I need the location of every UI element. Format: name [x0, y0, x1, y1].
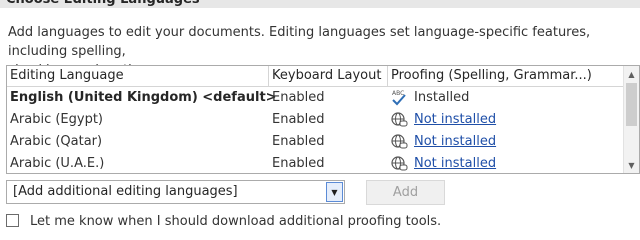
column-header-proofing[interactable]: Proofing (Spelling, Grammar...)	[388, 66, 623, 86]
column-header-editing-language[interactable]: Editing Language	[7, 66, 269, 86]
triangle-up-icon[interactable]: ▲	[624, 66, 639, 82]
editing-languages-table[interactable]: Editing Language Keyboard Layout Proofin…	[6, 65, 640, 174]
table-row[interactable]: Arabic (U.A.E.) Enabled Not installed	[7, 153, 623, 173]
row-language: Arabic (Qatar)	[10, 134, 103, 149]
proofing-not-installed-link[interactable]: Not installed	[414, 153, 496, 173]
row-language: English (United Kingdom) <default>	[10, 90, 277, 105]
add-language-selected-value: [Add additional editing languages]	[13, 184, 238, 199]
row-keyboard-status: Enabled	[272, 134, 325, 149]
notify-checkbox[interactable]	[6, 214, 19, 227]
row-proofing: Not installed	[388, 131, 623, 153]
spellcheck-abc-icon: ABC	[392, 90, 406, 106]
add-language-dropdown[interactable]: [Add additional editing languages] ▼	[6, 180, 345, 204]
table-row[interactable]: English (United Kingdom) <default> Enabl…	[7, 87, 623, 109]
notify-checkbox-label[interactable]: Let me know when I should download addit…	[30, 213, 441, 230]
row-language: Arabic (U.A.E.)	[10, 156, 105, 171]
scrollbar-thumb[interactable]	[626, 83, 637, 126]
add-button[interactable]: Add	[366, 180, 445, 205]
row-keyboard-status: Enabled	[272, 112, 325, 127]
description-line-1: Add languages to edit your documents. Ed…	[8, 25, 591, 59]
proofing-not-installed-link[interactable]: Not installed	[414, 109, 496, 131]
svg-text:ABC: ABC	[392, 90, 404, 97]
table-vertical-scrollbar[interactable]: ▲ ▼	[623, 66, 639, 173]
section-title: Choose Editing Languages	[0, 0, 640, 8]
proofing-not-installed-link[interactable]: Not installed	[414, 131, 496, 153]
download-proofing-notify-option[interactable]: Let me know when I should download addit…	[6, 213, 636, 231]
row-proofing: Not installed	[388, 109, 623, 131]
column-header-keyboard-layout[interactable]: Keyboard Layout	[269, 66, 388, 86]
row-proofing: Not installed	[388, 153, 623, 173]
row-keyboard-status: Enabled	[272, 90, 325, 105]
table-row[interactable]: Arabic (Egypt) Enabled Not installed	[7, 109, 623, 131]
triangle-down-icon[interactable]: ▼	[624, 157, 639, 173]
triangle-down-icon[interactable]: ▼	[326, 182, 343, 202]
globe-link-icon	[391, 156, 408, 171]
row-proofing: ABC Installed	[388, 87, 623, 109]
table-row[interactable]: Arabic (Qatar) Enabled Not installed	[7, 131, 623, 153]
globe-link-icon	[391, 134, 408, 149]
proofing-status: Installed	[414, 90, 470, 105]
table-header: Editing Language Keyboard Layout Proofin…	[7, 66, 623, 87]
globe-link-icon	[391, 112, 408, 127]
row-language: Arabic (Egypt)	[10, 112, 103, 127]
row-keyboard-status: Enabled	[272, 156, 325, 171]
